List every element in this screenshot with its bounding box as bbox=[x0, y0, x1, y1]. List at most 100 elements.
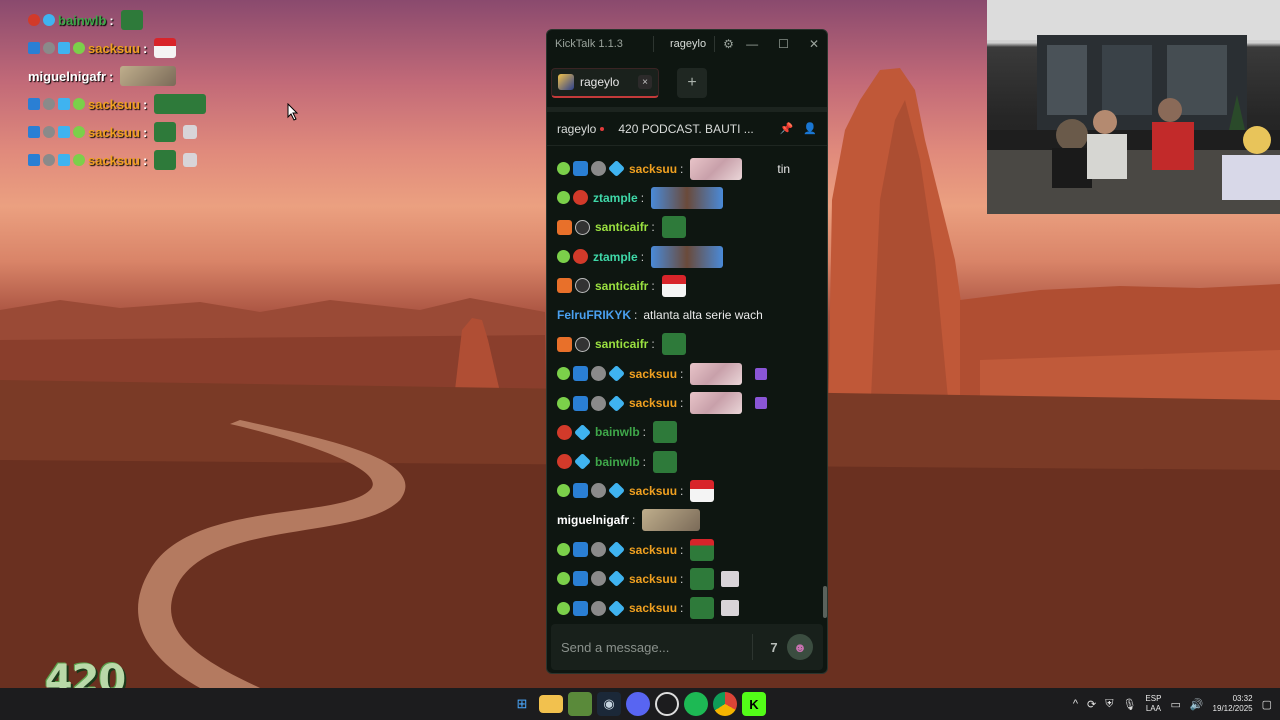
file-explorer-icon[interactable] bbox=[539, 695, 563, 713]
badge-icon bbox=[591, 483, 606, 499]
badge-icon bbox=[28, 154, 40, 166]
chat-messages[interactable]: sacksuu: tin ztample: santicaifr: ztampl… bbox=[547, 154, 827, 622]
emote-icon bbox=[653, 421, 678, 444]
emote-icon bbox=[690, 538, 715, 561]
tab-rageylo[interactable]: rageylo × bbox=[551, 67, 659, 98]
chat-username[interactable]: sacksuu bbox=[629, 572, 677, 586]
chevron-up-icon[interactable]: ^ bbox=[1073, 698, 1078, 710]
overlay-username: miguelnigafr bbox=[28, 68, 107, 84]
sync-icon[interactable]: ⟳ bbox=[1087, 698, 1096, 711]
overlay-username: sacksuu bbox=[88, 40, 141, 56]
overlay-username: sacksuu bbox=[88, 124, 141, 140]
moderator-badge-icon bbox=[573, 571, 588, 587]
language-indicator[interactable]: ESP LAA bbox=[1145, 694, 1161, 714]
badge-icon bbox=[28, 14, 40, 26]
spotify-icon[interactable] bbox=[684, 692, 708, 716]
tab-close-icon[interactable]: × bbox=[638, 75, 652, 89]
badge-icon bbox=[574, 423, 591, 441]
obs-icon[interactable] bbox=[655, 692, 679, 716]
chat-username[interactable]: sacksuu bbox=[629, 484, 677, 498]
divider bbox=[752, 634, 753, 660]
emote-icon bbox=[690, 479, 715, 502]
tab-label: rageylo bbox=[580, 75, 620, 89]
chat-username[interactable]: sacksuu bbox=[629, 162, 677, 176]
badge-icon bbox=[557, 572, 570, 586]
chat-username[interactable]: bainwlb bbox=[595, 455, 640, 469]
badge-icon bbox=[58, 154, 70, 166]
windows-start-icon[interactable]: ⊞ bbox=[510, 692, 534, 716]
chat-message: santicaifr: bbox=[557, 330, 817, 359]
chat-username[interactable]: FelruFRIKYK bbox=[557, 308, 631, 322]
emote-icon bbox=[154, 150, 177, 170]
live-indicator bbox=[600, 126, 605, 131]
chat-username[interactable]: sacksuu bbox=[629, 396, 677, 410]
overlay-chat-line: bainwlb: bbox=[28, 6, 248, 34]
maximize-icon[interactable]: ☐ bbox=[778, 37, 789, 51]
chat-username[interactable]: sacksuu bbox=[629, 367, 677, 381]
chrome-icon[interactable] bbox=[713, 692, 737, 716]
clock[interactable]: 03:32 19/12/2025 bbox=[1213, 694, 1253, 714]
network-icon[interactable]: ▭ bbox=[1170, 698, 1180, 711]
chat-username[interactable]: sacksuu bbox=[629, 543, 677, 557]
stream-title: 420 PODCAST. BAUTI ... bbox=[618, 121, 754, 136]
keyboard-layout: LAA bbox=[1145, 704, 1161, 713]
badge-icon bbox=[608, 570, 625, 588]
badge-icon bbox=[608, 599, 625, 617]
7tv-emote-button[interactable]: 7 bbox=[761, 634, 787, 660]
kick-icon[interactable]: K bbox=[742, 692, 766, 716]
webcam-overlay bbox=[987, 0, 1280, 214]
close-icon[interactable]: ✕ bbox=[809, 37, 819, 51]
chat-message: santicaifr: bbox=[557, 213, 817, 242]
chat-username[interactable]: bainwlb bbox=[595, 425, 640, 439]
badge-icon bbox=[557, 454, 572, 470]
clock-date: 19/12/2025 bbox=[1212, 704, 1253, 713]
notification-icon[interactable]: ▢ bbox=[1262, 698, 1272, 711]
channel-tabs: rageylo × + bbox=[547, 58, 827, 112]
og-badge-icon bbox=[557, 219, 572, 235]
emote-icon bbox=[661, 333, 686, 356]
moderator-badge-icon bbox=[573, 483, 588, 499]
chat-message: sacksuu: bbox=[557, 535, 817, 564]
webcam-scene bbox=[987, 0, 1280, 214]
overlay-chat-line: sacksuu: bbox=[28, 146, 248, 174]
badge-icon bbox=[575, 278, 590, 294]
minimize-icon[interactable]: — bbox=[746, 37, 758, 51]
volume-icon[interactable]: 🔊 bbox=[1190, 698, 1204, 711]
chat-username[interactable]: santicaifr bbox=[595, 279, 648, 293]
chat-message: ztample: bbox=[557, 183, 817, 212]
steam-icon[interactable]: ◉ bbox=[597, 692, 621, 716]
discord-icon[interactable] bbox=[626, 692, 650, 716]
emote-icon bbox=[721, 570, 740, 587]
channel-name[interactable]: rageylo bbox=[557, 122, 596, 136]
chat-scrollbar[interactable] bbox=[823, 586, 827, 618]
badge-icon bbox=[557, 250, 570, 264]
add-tab-button[interactable]: + bbox=[677, 67, 707, 98]
title-bar[interactable]: KickTalk 1.1.3 rageylo ⚙ — ☐ ✕ bbox=[547, 30, 827, 58]
overlay-chat-line: sacksuu: bbox=[28, 90, 248, 118]
chat-username[interactable]: miguelnigafr bbox=[557, 513, 629, 527]
chat-username[interactable]: santicaifr bbox=[595, 337, 648, 351]
badge-icon bbox=[608, 482, 625, 500]
emote-icon bbox=[721, 600, 740, 617]
user-icon[interactable]: 👤 bbox=[803, 122, 817, 135]
chat-message: bainwlb: bbox=[557, 418, 817, 447]
badge-icon bbox=[557, 191, 570, 205]
chat-message: sacksuu: bbox=[557, 476, 817, 505]
chat-username[interactable]: ztample bbox=[593, 250, 638, 264]
gear-icon[interactable]: ⚙ bbox=[723, 37, 734, 51]
emote-icon bbox=[154, 122, 177, 142]
pin-icon[interactable]: 📌 bbox=[780, 122, 794, 135]
chat-username[interactable]: santicaifr bbox=[595, 220, 648, 234]
minecraft-icon[interactable] bbox=[568, 692, 592, 716]
message-input[interactable] bbox=[561, 639, 744, 655]
chat-username[interactable]: sacksuu bbox=[629, 601, 677, 615]
stream-overlay-chat: bainwlb: sacksuu: miguelnigafr: sacksuu:… bbox=[28, 6, 248, 174]
badge-icon bbox=[557, 484, 570, 498]
shield-icon[interactable]: ⛨ bbox=[1105, 698, 1113, 711]
kick-emote-icon[interactable]: ☻ bbox=[787, 634, 813, 660]
microphone-icon[interactable]: 🎙 bbox=[1122, 698, 1136, 711]
chat-username[interactable]: ztample bbox=[593, 191, 638, 205]
chat-message: sacksuu: tin bbox=[557, 154, 817, 183]
emote-icon bbox=[154, 94, 207, 114]
overlay-username: bainwlb bbox=[58, 12, 107, 28]
